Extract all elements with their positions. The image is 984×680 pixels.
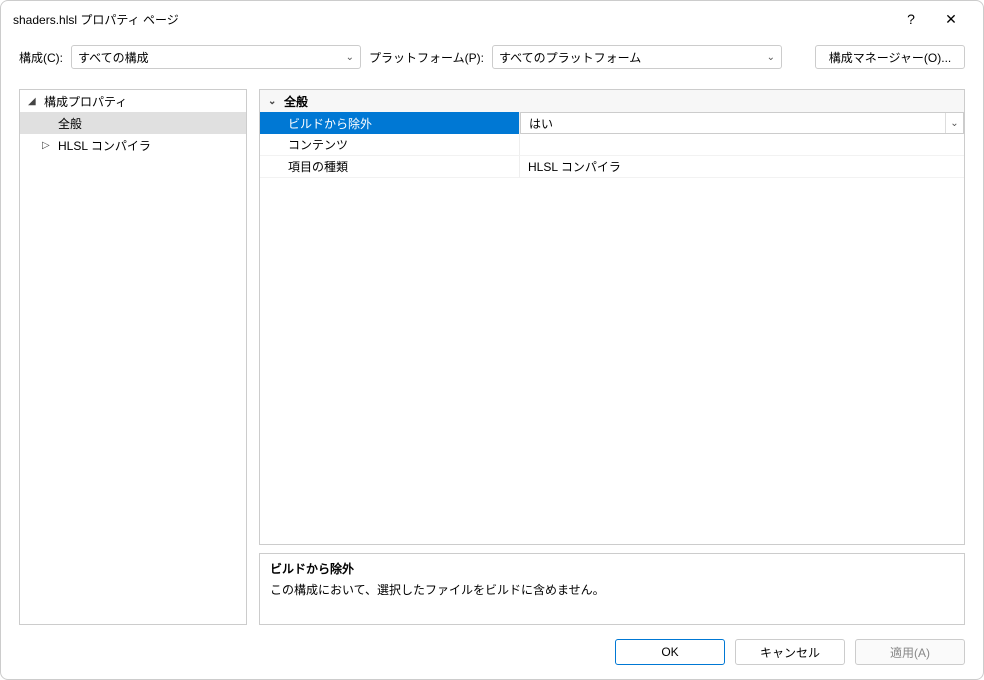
chevron-down-icon: ⌄ [346,52,354,63]
tree-panel: ◢ 構成プロパティ 全般 ▷ HLSL コンパイラ [19,89,247,625]
config-manager-button[interactable]: 構成マネージャー(O)... [815,45,965,69]
grid-property-name: 項目の種類 [260,156,520,178]
content-area: ◢ 構成プロパティ 全般 ▷ HLSL コンパイラ ⌄ 全般 ビルドから除外 は… [1,77,983,625]
grid-row-item-type[interactable]: 項目の種類 HLSL コンパイラ [260,156,964,178]
tree-root-item[interactable]: ◢ 構成プロパティ [20,90,246,112]
config-value: すべての構成 [78,49,149,66]
platform-label: プラットフォーム(P): [369,49,484,66]
right-panel: ⌄ 全般 ビルドから除外 はい ⌄ コンテンツ 項目の種類 HLSL コン [259,89,965,625]
expander-icon[interactable]: ▷ [42,140,54,151]
grid-property-value[interactable]: HLSL コンパイラ [520,156,964,178]
button-bar: OK キャンセル 適用(A) [1,625,983,679]
grid-property-name: コンテンツ [260,134,520,156]
tree-item-general[interactable]: 全般 [20,112,246,134]
expander-icon[interactable]: ◢ [28,96,40,107]
close-button[interactable]: ✕ [931,4,971,34]
tree-item-label: HLSL コンパイラ [58,137,151,154]
grid-property-name: ビルドから除外 [260,112,520,134]
grid-property-value[interactable] [520,134,964,156]
grid-value-text: HLSL コンパイラ [528,158,621,175]
config-select[interactable]: すべての構成 ⌄ [71,45,361,69]
window-title: shaders.hlsl プロパティ ページ [13,11,891,28]
platform-select[interactable]: すべてのプラットフォーム ⌄ [492,45,782,69]
grid-row-excluded[interactable]: ビルドから除外 はい ⌄ [260,112,964,134]
apply-button[interactable]: 適用(A) [855,639,965,665]
platform-value: すべてのプラットフォーム [499,49,641,66]
tree-item-label: 全般 [58,115,82,132]
config-label: 構成(C): [19,49,63,66]
description-panel: ビルドから除外 この構成において、選択したファイルをビルドに含めません。 [259,553,965,625]
chevron-down-icon: ⌄ [268,96,284,107]
toolbar: 構成(C): すべての構成 ⌄ プラットフォーム(P): すべてのプラットフォー… [1,37,983,77]
cancel-button[interactable]: キャンセル [735,639,845,665]
tree-item-hlsl[interactable]: ▷ HLSL コンパイラ [20,134,246,156]
grid-property-value[interactable]: はい ⌄ [520,112,964,134]
dropdown-button[interactable]: ⌄ [945,113,963,133]
help-button[interactable]: ? [891,4,931,34]
ok-button[interactable]: OK [615,639,725,665]
chevron-down-icon: ⌄ [767,52,775,63]
titlebar: shaders.hlsl プロパティ ページ ? ✕ [1,1,983,37]
grid-row-content[interactable]: コンテンツ [260,134,964,156]
grid-value-text: はい [529,115,553,132]
grid-category-label: 全般 [284,93,308,110]
description-text: この構成において、選択したファイルをビルドに含めません。 [270,581,954,598]
description-title: ビルドから除外 [270,560,954,577]
grid-category-header[interactable]: ⌄ 全般 [260,90,964,112]
property-grid: ⌄ 全般 ビルドから除外 はい ⌄ コンテンツ 項目の種類 HLSL コン [259,89,965,545]
tree-root-label: 構成プロパティ [44,93,127,110]
